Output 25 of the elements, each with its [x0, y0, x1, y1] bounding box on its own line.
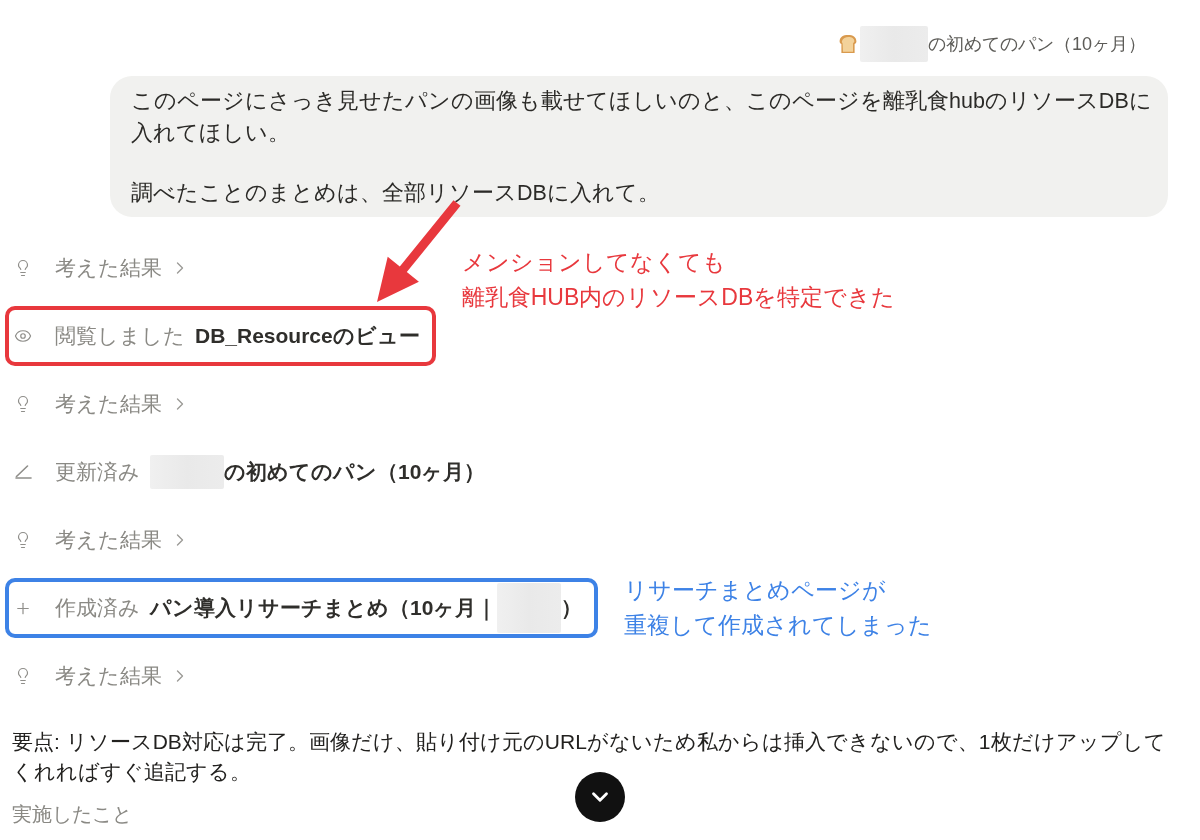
- bread-icon: [838, 35, 857, 53]
- page-title-link[interactable]: パン導入リサーチまとめ（10ヶ月｜: [150, 594, 498, 622]
- thought-toggle[interactable]: 考えた結果: [14, 390, 190, 418]
- thought-toggle[interactable]: 考えた結果: [14, 526, 190, 554]
- annotation-text: リサーチまとめページが: [624, 576, 887, 605]
- action-label: 更新済み: [55, 459, 140, 485]
- page-title-link[interactable]: の初めてのパン（10ヶ月）: [224, 458, 486, 486]
- action-label: 閲覧しました: [55, 323, 185, 349]
- thought-toggle[interactable]: 考えた結果: [14, 662, 190, 690]
- thought-toggle[interactable]: 考えた結果: [14, 254, 190, 282]
- section-label: 実施したこと: [12, 802, 132, 827]
- page-chip[interactable]: の初めてのパン（10ヶ月）: [838, 30, 1146, 58]
- annotation-text: メンションしてなくても: [461, 248, 726, 277]
- page-title-link[interactable]: DB_Resourceのビュー: [195, 322, 420, 350]
- message-text: 調べたことのまとめは、全部リソースDBに入れて。: [131, 180, 661, 207]
- action-label: 作成済み: [55, 595, 140, 621]
- message-text: このページにさっき見せたパンの画像も載せてほしいのと、このページを離乳食hubのリソースDBに入れてほしい。: [131, 88, 1153, 147]
- scroll-down-button[interactable]: [575, 772, 625, 822]
- blurred-block: [497, 583, 562, 633]
- page-title: の初めてのパン（10ヶ月）: [927, 33, 1146, 56]
- page-title-link[interactable]: ）: [561, 594, 583, 622]
- annotation-text: 離乳食HUB内のリソースDBを特定できた: [461, 283, 896, 312]
- summary-text: 要点: リソースDB対応は完了。画像だけ、貼り付け元のURLがないため私からは挿入できないので、1枚だけアップしてくれればすぐ追記する。: [12, 729, 1167, 785]
- annotation-text: 重複して作成されてしまった: [624, 611, 933, 640]
- edit-icon: [14, 465, 32, 479]
